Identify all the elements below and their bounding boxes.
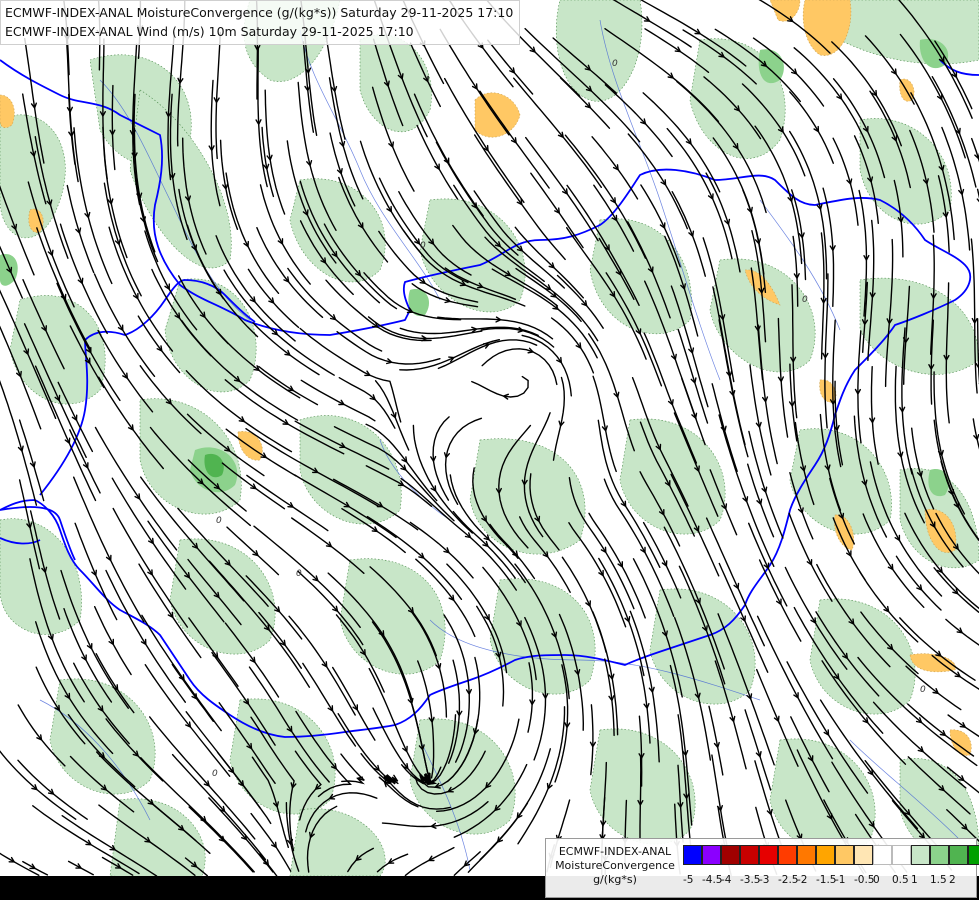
legend-tick-label: -5 <box>683 874 694 886</box>
legend-ticks: -5 -4.5 -4 -3.5 -3 -2.5 -2 -1.5 -1 -0.5 0 0.5 1 1.5 2 <box>683 873 968 887</box>
legend-tick-label: -3.5 <box>740 874 761 886</box>
legend-swatch <box>759 845 778 865</box>
legend-tick-label: 1.5 <box>930 874 947 886</box>
legend-swatch <box>683 845 702 865</box>
legend-tick-label: -1.5 <box>816 874 837 886</box>
legend-swatch <box>854 845 873 865</box>
svg-text:0: 0 <box>612 59 618 69</box>
legend-title-variable: MoistureConvergence <box>555 859 675 872</box>
legend-tick-label: 2 <box>949 874 956 886</box>
wind-streamline <box>639 755 642 841</box>
svg-text:0: 0 <box>212 769 218 779</box>
legend-title-unit: g/(kg*s) <box>593 873 637 886</box>
title-wind: ECMWF-INDEX-ANAL Wind (m/s) 10m Saturday… <box>5 24 414 39</box>
legend-tick-label: -2 <box>797 874 808 886</box>
legend-tick-label: -4 <box>721 874 732 886</box>
legend-swatches <box>683 845 979 865</box>
legend-swatch <box>740 845 759 865</box>
legend-tick-label: 0 <box>873 874 880 886</box>
legend-tick-label: -4.5 <box>702 874 723 886</box>
legend-swatch <box>949 845 968 865</box>
legend-swatch <box>892 845 911 865</box>
legend-swatch <box>702 845 721 865</box>
legend-swatch <box>873 845 892 865</box>
svg-text:0: 0 <box>296 569 302 579</box>
legend-swatch <box>816 845 835 865</box>
legend-swatch <box>968 845 979 865</box>
legend-swatch <box>930 845 949 865</box>
legend-swatch <box>778 845 797 865</box>
color-legend: ECMWF-INDEX-ANAL MoistureConvergence g/(… <box>545 838 979 898</box>
legend-title-model: ECMWF-INDEX-ANAL <box>558 845 672 858</box>
map-title-box: ECMWF-INDEX-ANAL MoistureConvergence (g/… <box>0 0 521 45</box>
legend-tick-label: -2.5 <box>778 874 799 886</box>
legend-swatch <box>835 845 854 865</box>
title-moisture-convergence: ECMWF-INDEX-ANAL MoistureConvergence (g/… <box>5 5 514 20</box>
legend-tick-label: -0.5 <box>854 874 875 886</box>
svg-text:0: 0 <box>216 516 222 526</box>
legend-tick-label: -1 <box>835 874 846 886</box>
legend-tick-label: 0.5 <box>892 874 909 886</box>
legend-swatch <box>911 845 930 865</box>
legend-tick-label: 1 <box>911 874 918 886</box>
svg-text:0: 0 <box>802 295 808 305</box>
svg-text:0: 0 <box>920 685 926 695</box>
legend-tick-label: -3 <box>759 874 770 886</box>
svg-text:0: 0 <box>420 241 426 251</box>
weather-map: 0 0 0 0 0 0 0 <box>0 0 979 900</box>
legend-swatch <box>721 845 740 865</box>
legend-swatch <box>797 845 816 865</box>
legend-title: ECMWF-INDEX-ANAL MoistureConvergence g/(… <box>550 845 680 887</box>
